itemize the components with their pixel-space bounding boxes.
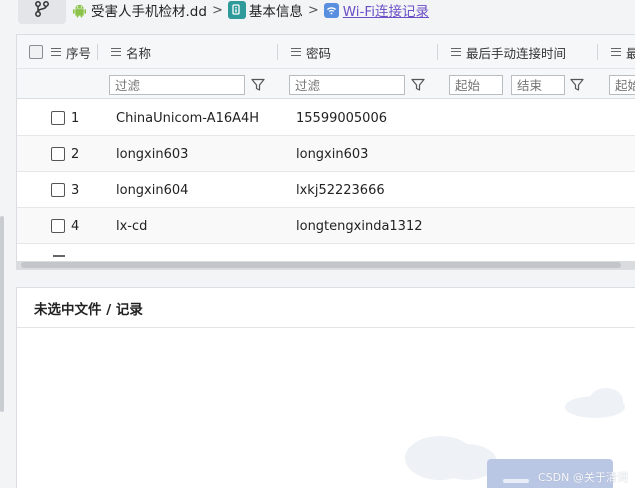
row-checkbox[interactable] <box>51 147 65 161</box>
column-divider[interactable] <box>437 44 438 60</box>
horizontal-scrollbar[interactable] <box>17 261 635 269</box>
select-all-cell[interactable] <box>29 35 43 69</box>
table-row[interactable]: 2 longxin603 longxin603 <box>17 136 635 172</box>
cell-password: longxin603 <box>296 146 369 162</box>
cell-name: longxin604 <box>116 182 189 198</box>
column-header-index[interactable]: 序号 <box>51 35 91 69</box>
column-label: 最 <box>626 43 635 62</box>
column-header-name[interactable]: 名称 <box>111 35 151 69</box>
start-date-filter-input-2[interactable] <box>609 75 635 95</box>
table-row-partial <box>17 245 635 259</box>
cell-index: 1 <box>71 110 80 126</box>
basic-info-icon <box>227 1 246 19</box>
cell-password: longtengxinda1312 <box>296 218 423 234</box>
filter-icon[interactable] <box>408 75 428 95</box>
column-label: 最后手动连接时间 <box>466 45 567 61</box>
column-menu-icon[interactable] <box>291 48 301 56</box>
row-select-cell[interactable] <box>51 100 65 136</box>
row-checkbox[interactable] <box>51 219 65 233</box>
breadcrumb-item-basic-info[interactable]: 基本信息 <box>227 0 303 20</box>
breadcrumb-label-wifi: Wi-Fi连接记录 <box>342 4 429 20</box>
column-menu-icon[interactable] <box>51 48 61 56</box>
select-all-checkbox[interactable] <box>29 45 43 59</box>
wifi-records-table: 序号 名称 密码 最后手动连接时间 最 <box>16 34 635 270</box>
breadcrumb-separator: > <box>307 2 319 18</box>
table-row[interactable]: 3 longxin604 lxkj52223666 <box>17 172 635 208</box>
row-checkbox-partial <box>53 255 65 257</box>
detail-title: 未选中文件 / 记录 <box>17 288 635 328</box>
row-checkbox[interactable] <box>51 183 65 197</box>
cell-index: 2 <box>71 146 80 162</box>
cell-index: 4 <box>71 218 80 234</box>
column-divider[interactable] <box>277 44 278 60</box>
scrollbar-thumb[interactable] <box>21 262 621 268</box>
breadcrumb-label-evidence: 受害人手机检材.dd <box>91 4 207 20</box>
column-menu-icon[interactable] <box>611 48 621 56</box>
cell-name: ChinaUnicom-A16A4H <box>116 110 260 126</box>
branch-icon <box>35 1 49 17</box>
cell-name: longxin603 <box>116 146 189 162</box>
filter-icon[interactable] <box>248 75 268 95</box>
breadcrumb: 受害人手机检材.dd > 基本信息 > Wi-Fi连接记录 <box>72 0 429 20</box>
cell-password: lxkj52223666 <box>296 182 385 198</box>
row-select-cell[interactable] <box>51 136 65 172</box>
wifi-icon <box>323 2 339 18</box>
start-date-filter-input[interactable] <box>449 75 503 95</box>
column-menu-icon[interactable] <box>451 48 461 56</box>
breadcrumb-item-evidence[interactable]: 受害人手机检材.dd <box>72 0 207 20</box>
table-header: 序号 名称 密码 最后手动连接时间 最 <box>17 35 635 69</box>
row-select-cell[interactable] <box>51 208 65 244</box>
row-checkbox[interactable] <box>51 111 65 125</box>
end-date-filter-input[interactable] <box>511 75 565 95</box>
column-header-next[interactable]: 最 <box>611 35 635 69</box>
detail-panel: 未选中文件 / 记录 <box>16 287 635 488</box>
column-divider[interactable] <box>597 44 598 60</box>
name-filter-input[interactable] <box>109 75 245 95</box>
breadcrumb-label-basic-info: 基本信息 <box>248 4 303 20</box>
watermark: CSDN @关于清词 <box>538 471 628 484</box>
breadcrumb-separator: > <box>211 2 223 18</box>
filter-icon[interactable] <box>567 75 587 95</box>
cell-name: lx-cd <box>116 218 148 234</box>
column-divider[interactable] <box>97 44 98 60</box>
top-bar: 受害人手机检材.dd > 基本信息 > Wi-Fi连接记录 <box>0 0 635 26</box>
row-select-cell[interactable] <box>51 172 65 208</box>
table-row[interactable]: 4 lx-cd longtengxinda1312 <box>17 208 635 244</box>
column-menu-icon[interactable] <box>111 48 121 56</box>
column-label: 密码 <box>306 45 332 61</box>
column-label: 序号 <box>66 45 92 61</box>
android-icon <box>72 4 87 18</box>
splitter-handle[interactable] <box>0 216 4 412</box>
filter-row <box>17 69 635 99</box>
cell-index: 3 <box>71 182 80 198</box>
breadcrumb-item-wifi[interactable]: Wi-Fi连接记录 <box>323 0 429 20</box>
column-label: 名称 <box>126 45 152 61</box>
cell-password: 15599005006 <box>296 110 387 126</box>
column-header-last-connect[interactable]: 最后手动连接时间 <box>451 35 566 69</box>
left-panel-gutter <box>0 26 8 488</box>
column-header-password[interactable]: 密码 <box>291 35 331 69</box>
table-row[interactable]: 1 ChinaUnicom-A16A4H 15599005006 <box>17 100 635 136</box>
password-filter-input[interactable] <box>289 75 405 95</box>
branch-button[interactable] <box>18 0 66 24</box>
